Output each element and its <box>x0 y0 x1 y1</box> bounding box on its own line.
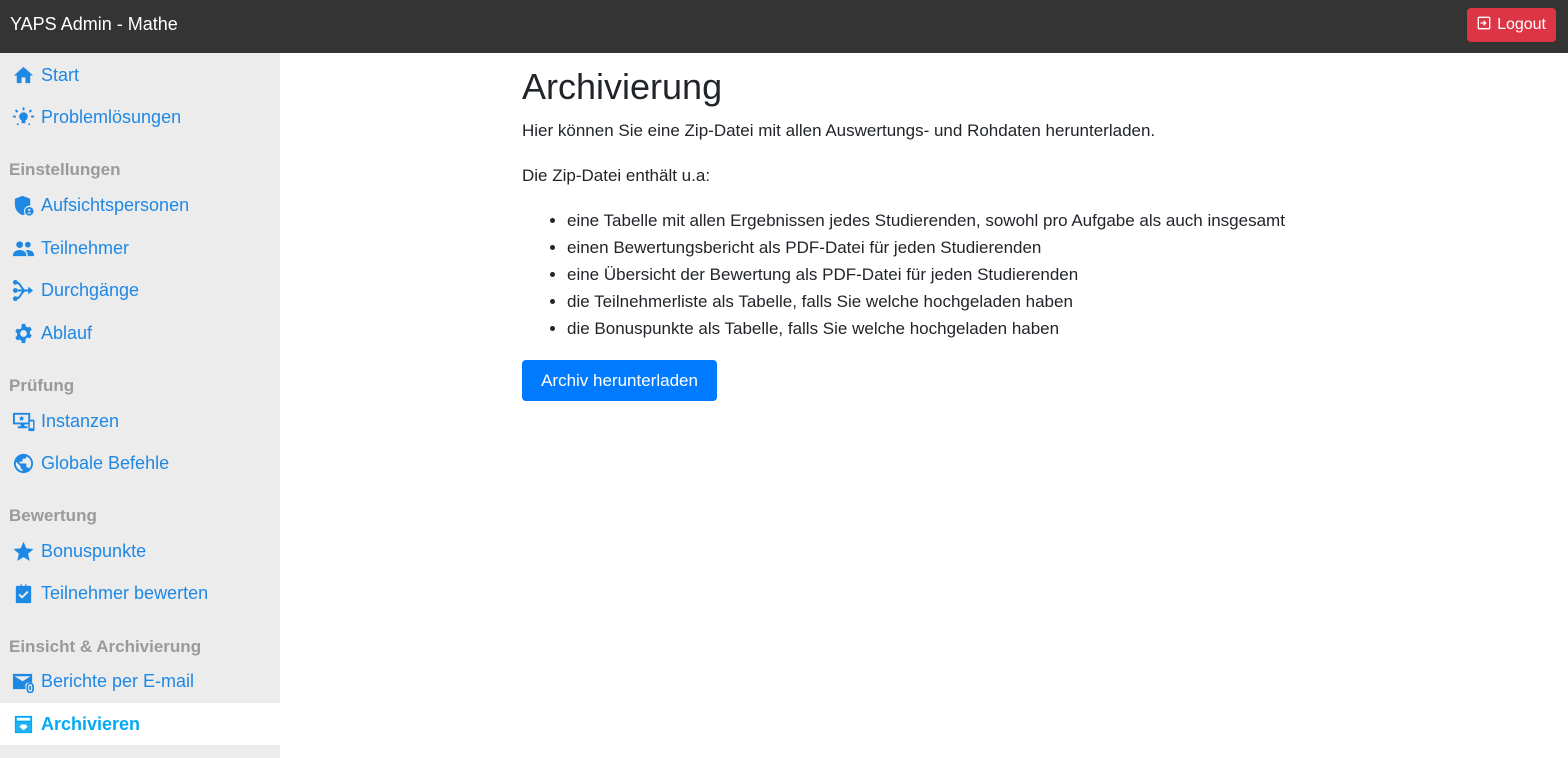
list-item: einen Bewertungsbericht als PDF-Datei fü… <box>567 237 1285 264</box>
sidebar-item-label: Globale Befehle <box>41 452 170 473</box>
sidebar-item-instanzen[interactable]: Instanzen <box>0 400 280 442</box>
star-icon <box>11 539 36 564</box>
monitor-devices-icon <box>11 409 36 434</box>
sidebar-item-label: Archivieren <box>41 713 141 734</box>
logout-button[interactable]: Logout <box>1467 8 1556 42</box>
sidebar-item-globale-befehle[interactable]: Globale Befehle <box>0 442 280 484</box>
section-heading-einstellungen: Einstellungen <box>9 160 121 179</box>
clipboard-check-icon <box>11 581 36 606</box>
intro-text: Hier können Sie eine Zip-Datei mit allen… <box>522 121 1156 140</box>
sidebar-item-label: Start <box>41 64 80 85</box>
mail-attachment-icon <box>11 669 36 694</box>
sidebar-item-label: Berichte per E-mail <box>41 670 195 691</box>
logout-icon <box>1477 16 1491 35</box>
people-icon <box>11 236 36 261</box>
top-navbar: YAPS Admin - Mathe Logout <box>0 0 1568 53</box>
sidebar-item-label: Ablauf <box>41 322 93 343</box>
sidebar-item-start[interactable]: Start <box>0 54 280 96</box>
list-item: die Teilnehmerliste als Tabelle, falls S… <box>567 291 1285 318</box>
sidebar-item-berichte[interactable]: Berichte per E-mail <box>0 660 280 702</box>
sidebar-item-label: Bonuspunkte <box>41 540 147 561</box>
sidebar-item-problemloesungen[interactable]: Problemlösungen <box>0 96 280 138</box>
merge-icon <box>11 278 36 303</box>
app-title: YAPS Admin - Mathe <box>10 14 178 34</box>
sidebar-item-label: Instanzen <box>41 410 120 431</box>
sidebar-item-teilnehmer[interactable]: Teilnehmer <box>0 227 280 269</box>
sidebar-item-teilnehmer-bewerten[interactable]: Teilnehmer bewerten <box>0 572 280 614</box>
home-icon <box>11 63 36 88</box>
archive-contents-list: eine Tabelle mit allen Ergebnissen jedes… <box>567 210 1285 345</box>
sidebar-item-aufsichtspersonen[interactable]: Aufsichtspersonen <box>0 184 280 226</box>
gear-icon <box>11 321 36 346</box>
archive-icon <box>11 712 36 737</box>
list-item: eine Tabelle mit allen Ergebnissen jedes… <box>567 210 1285 237</box>
list-item: eine Übersicht der Bewertung als PDF-Dat… <box>567 264 1285 291</box>
sidebar-item-label: Durchgänge <box>41 279 140 300</box>
contains-label: Die Zip-Datei enthält u.a: <box>522 166 711 185</box>
section-heading-einsicht: Einsicht & Archivierung <box>9 637 202 656</box>
section-heading-bewertung: Bewertung <box>9 506 97 525</box>
list-item: die Bonuspunkte als Tabelle, falls Sie w… <box>567 318 1285 345</box>
sidebar-item-ablauf[interactable]: Ablauf <box>0 312 280 354</box>
sidebar-item-label: Aufsichtspersonen <box>41 194 190 215</box>
shield-person-icon <box>11 193 36 218</box>
sidebar: Start Problemlösungen Einstellungen Aufs… <box>0 53 280 758</box>
globe-icon <box>11 451 36 476</box>
sidebar-item-label: Teilnehmer <box>41 237 130 258</box>
lightbulb-icon <box>11 105 36 130</box>
sidebar-item-archivieren[interactable]: Archivieren <box>0 703 280 745</box>
page-title: Archivierung <box>522 66 723 107</box>
sidebar-item-durchgaenge[interactable]: Durchgänge <box>0 269 280 311</box>
sidebar-item-bonuspunkte[interactable]: Bonuspunkte <box>0 530 280 572</box>
sidebar-item-label: Problemlösungen <box>41 106 182 127</box>
logout-label: Logout <box>1497 16 1546 33</box>
section-heading-pruefung: Prüfung <box>9 376 75 395</box>
download-archive-button[interactable]: Archiv herunterladen <box>522 360 717 401</box>
sidebar-item-label: Teilnehmer bewerten <box>41 582 209 603</box>
